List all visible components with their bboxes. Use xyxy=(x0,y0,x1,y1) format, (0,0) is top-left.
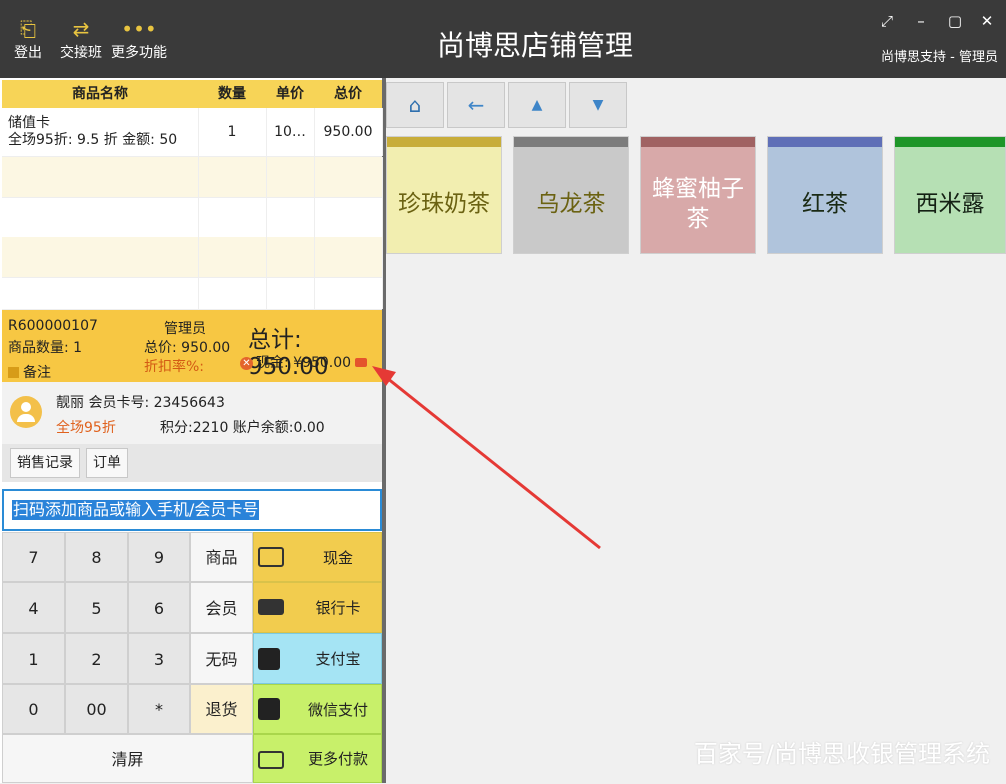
annotation-arrow xyxy=(372,366,601,550)
watermark: 百家号/尚博思收银管理系统 xyxy=(693,740,990,768)
